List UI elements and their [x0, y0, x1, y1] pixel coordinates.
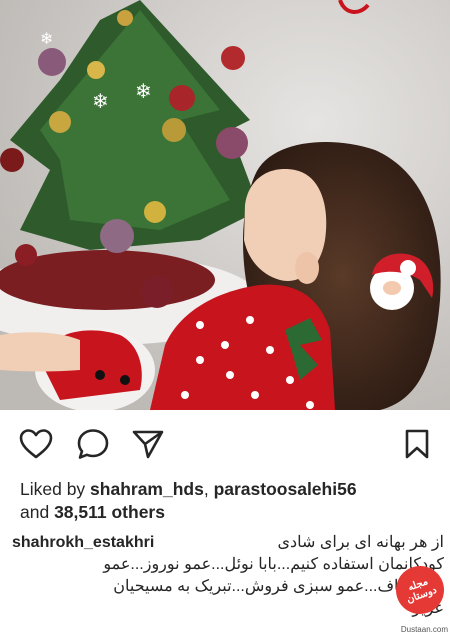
heart-icon	[19, 429, 53, 459]
post-actions-bar	[0, 410, 450, 476]
svg-text:❄: ❄	[92, 89, 109, 113]
caption-line-4: عزیز	[12, 598, 444, 620]
save-button[interactable]	[398, 426, 436, 462]
like-button[interactable]	[17, 426, 55, 462]
likes-prefix: Liked by	[20, 479, 91, 499]
share-button[interactable]	[129, 426, 167, 462]
comment-icon	[77, 429, 109, 459]
likes-separator: ,	[203, 479, 214, 499]
share-icon	[132, 430, 164, 459]
likes-summary: Liked by shahram_hds, parastoosalehi56 a…	[20, 478, 440, 524]
liker-username-2[interactable]: parastoosalehi56	[214, 479, 357, 499]
caption-line-1: از هر بهانه ای برای شادی	[277, 534, 444, 551]
svg-text:❄: ❄	[40, 29, 53, 48]
watermark-site: Dustaan.com	[400, 625, 448, 634]
comment-button[interactable]	[74, 426, 112, 462]
post-photo[interactable]: ❄ ❄ ❄	[0, 0, 450, 410]
bookmark-icon	[405, 429, 429, 459]
caption-username[interactable]: shahrokh_estakhri	[12, 532, 154, 554]
watermark-logo: مجله دوستان	[389, 559, 450, 621]
site-watermark: مجله دوستان Dustaan.com	[389, 559, 450, 634]
likes-count[interactable]: 38,511 others	[54, 502, 165, 522]
likes-and: and	[20, 502, 55, 522]
liker-username-1[interactable]: shahram_hds	[90, 479, 204, 499]
caption-line-3: زنجیر باف...عمو سبزی فروش...تبریک به مسی…	[113, 578, 444, 595]
post-caption: shahrokh_estakhri از هر بهانه ای برای شا…	[12, 532, 444, 620]
caption-line-2: کودکانمان استفاده کنیم...بابا نوئل...عمو…	[103, 556, 444, 573]
post-image: ❄ ❄ ❄	[0, 0, 450, 410]
svg-text:❄: ❄	[135, 79, 152, 103]
